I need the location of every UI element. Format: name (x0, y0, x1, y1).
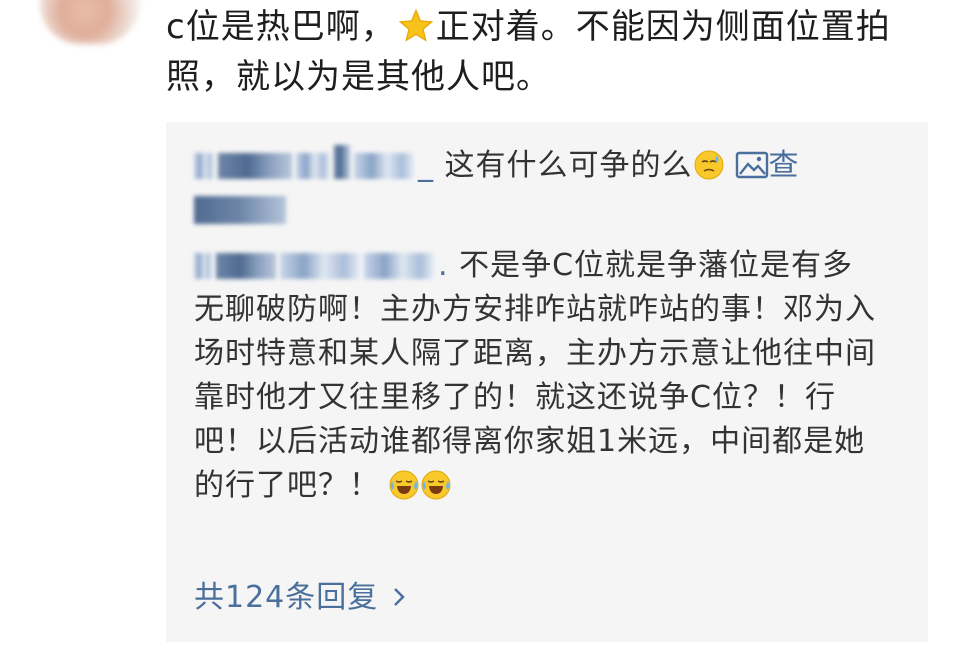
username-blur[interactable] (354, 153, 414, 179)
username-blur[interactable] (194, 196, 286, 224)
username-blur[interactable] (194, 153, 214, 179)
main-comment: c位是热巴啊， 正对着。不能因为侧面位置拍照，就以为是其他人吧。 (166, 2, 926, 102)
reply-username-suffix[interactable]: _ (418, 148, 434, 183)
view-image-link[interactable]: 查 (769, 148, 800, 183)
username-blur[interactable] (216, 253, 276, 279)
username-blur[interactable] (364, 253, 434, 279)
username-blur[interactable] (296, 153, 330, 179)
laugh-cry-emoji-icon (421, 470, 451, 500)
comment-thread: c位是热巴啊， 正对着。不能因为侧面位置拍照，就以为是其他人吧。 _ 这有什么可… (0, 0, 960, 656)
username-blur[interactable] (194, 253, 212, 279)
username-blur[interactable] (218, 153, 292, 179)
username-blur[interactable] (280, 253, 360, 279)
reply-text: 这有什么可争的么 (434, 148, 693, 183)
main-comment-text-1: c位是热巴啊， (166, 7, 396, 47)
reply-item[interactable]: _ 这有什么可争的么 查 (194, 144, 884, 188)
reply-item[interactable]: . 不是争C位就是争藩位是有多无聊破防啊！主办方安排咋站就咋站的事！邓为入场时特… (194, 244, 884, 508)
chevron-right-icon[interactable] (392, 586, 406, 608)
reply-username-suffix[interactable]: . (438, 248, 449, 283)
more-replies-label[interactable]: 共124条回复 (194, 580, 378, 615)
reply-text: 不是争C位就是争藩位是有多无聊破防啊！主办方安排咋站就咋站的事！邓为入场时特意和… (194, 248, 876, 503)
sweat-emoji-icon (694, 150, 724, 180)
image-icon[interactable] (735, 150, 769, 180)
reply-box: _ 这有什么可争的么 查 . 不是争C位就是争藩位是有多无聊破防啊！主办方安排咋… (166, 122, 928, 642)
more-replies-link[interactable]: 共124条回复 (194, 576, 406, 620)
avatar[interactable] (40, 0, 140, 44)
username-blur[interactable] (334, 145, 350, 179)
star-emoji-icon (398, 8, 433, 42)
laugh-cry-emoji-icon (389, 470, 419, 500)
